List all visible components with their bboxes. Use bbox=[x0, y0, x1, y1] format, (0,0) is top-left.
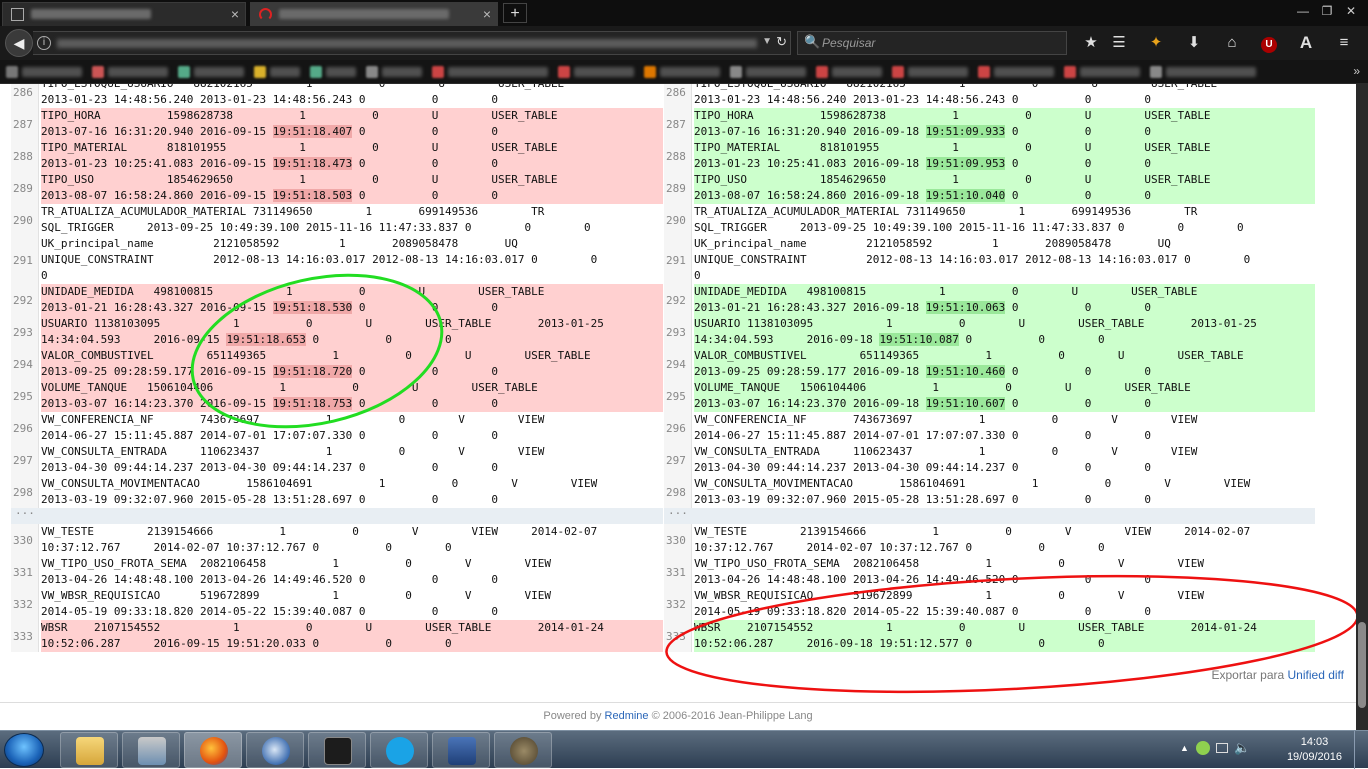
bookmark-item[interactable] bbox=[746, 67, 806, 77]
font-extension-icon[interactable]: A bbox=[1295, 33, 1317, 53]
loading-icon bbox=[259, 8, 272, 21]
thunderbird-icon bbox=[262, 737, 290, 765]
footer: Powered by Redmine © 2006-2016 Jean-Phil… bbox=[0, 702, 1356, 730]
red-annotation-ellipse-shape bbox=[665, 574, 1356, 694]
bookmark-item[interactable] bbox=[194, 67, 244, 77]
bookmark-star-icon[interactable]: ★ bbox=[1080, 33, 1102, 53]
gimp-icon bbox=[510, 737, 538, 765]
taskbar-tools[interactable] bbox=[122, 732, 180, 768]
bookmark-item[interactable] bbox=[908, 67, 968, 77]
taskbar-explorer[interactable] bbox=[60, 732, 118, 768]
ublock-icon[interactable]: U bbox=[1258, 33, 1280, 53]
network-icon[interactable] bbox=[1196, 741, 1210, 755]
clock-date: 19/09/2016 bbox=[1286, 751, 1342, 763]
tools-icon bbox=[138, 737, 166, 765]
bookmark-item[interactable] bbox=[108, 67, 168, 77]
reload-icon[interactable]: ↻ bbox=[776, 34, 787, 50]
start-button[interactable] bbox=[4, 733, 44, 767]
export-prefix: Exportar para bbox=[1211, 668, 1285, 682]
virtualbox-icon bbox=[448, 737, 476, 765]
page-icon bbox=[11, 8, 24, 21]
taskbar-thunderbird[interactable] bbox=[246, 732, 304, 768]
search-placeholder: Pesquisar bbox=[822, 36, 876, 50]
firefox-icon bbox=[200, 737, 228, 765]
menu-icon[interactable]: ≡ bbox=[1333, 33, 1355, 53]
bookmark-item[interactable] bbox=[270, 67, 300, 77]
browser-tab-1[interactable]: × bbox=[2, 2, 246, 26]
bookmark-item[interactable] bbox=[660, 67, 720, 77]
download-icon[interactable]: ⬇ bbox=[1183, 33, 1205, 53]
show-desktop-button[interactable] bbox=[1354, 731, 1368, 769]
redmine-link[interactable]: Redmine bbox=[605, 710, 649, 722]
bookmarks-bar: » bbox=[0, 60, 1368, 84]
info-icon[interactable]: i bbox=[37, 36, 51, 50]
url-bar[interactable]: i ▼ ↻ bbox=[33, 31, 791, 55]
navigation-toolbar: ◀ i ▼ ↻ 🔍 Pesquisar ★ ☰ ✦ ⬇ ⌂ U A ≡ bbox=[0, 26, 1368, 60]
bookmark-item[interactable] bbox=[448, 67, 548, 77]
green-annotation-ellipse bbox=[190, 273, 1356, 694]
minimize-icon[interactable]: — bbox=[1292, 4, 1314, 18]
system-tray: ▲ 🔈 14:03 19/09/2016 bbox=[1168, 731, 1368, 769]
bookmark-item[interactable] bbox=[994, 67, 1054, 77]
footer-copyright: © 2006-2016 Jean-Philippe Lang bbox=[651, 710, 813, 722]
folder-icon bbox=[76, 737, 104, 765]
clock[interactable]: 14:03 19/09/2016 bbox=[1287, 735, 1342, 765]
volume-icon[interactable]: 🔈 bbox=[1234, 740, 1250, 756]
search-input[interactable]: 🔍 Pesquisar bbox=[797, 31, 1067, 55]
browser-tab-2[interactable]: × bbox=[250, 2, 498, 26]
restore-icon[interactable]: ❐ bbox=[1316, 4, 1338, 18]
bookmark-item[interactable] bbox=[326, 67, 356, 77]
bookmark-item[interactable] bbox=[832, 67, 882, 77]
skype-icon bbox=[386, 737, 414, 765]
bookmark-item[interactable] bbox=[22, 67, 82, 77]
show-hidden-icons-icon[interactable]: ▲ bbox=[1180, 743, 1189, 753]
device-icon[interactable] bbox=[1216, 743, 1228, 753]
home-icon[interactable]: ⌂ bbox=[1221, 33, 1243, 53]
unified-diff-link[interactable]: Unified diff bbox=[1288, 668, 1344, 682]
bookmark-item[interactable] bbox=[382, 67, 422, 77]
bookmark-item[interactable] bbox=[1166, 67, 1256, 77]
export-links: Exportar para Unified diff bbox=[1211, 668, 1344, 682]
bookmark-item[interactable] bbox=[1080, 67, 1140, 77]
green-annotation-ellipse-shape bbox=[190, 273, 444, 429]
taskbar-gimp[interactable] bbox=[494, 732, 552, 768]
extension-icon[interactable]: ✦ bbox=[1145, 33, 1167, 53]
new-tab-button[interactable]: + bbox=[503, 3, 527, 23]
windows-taskbar: ▲ 🔈 14:03 19/09/2016 bbox=[0, 730, 1368, 769]
chevron-down-icon[interactable]: ▼ bbox=[762, 36, 772, 47]
taskbar-firefox[interactable] bbox=[184, 732, 242, 768]
reading-list-icon[interactable]: ☰ bbox=[1108, 33, 1130, 53]
close-tab-icon[interactable]: × bbox=[231, 6, 239, 22]
search-icon: 🔍 bbox=[804, 34, 821, 49]
bookmark-item[interactable] bbox=[574, 67, 634, 77]
clock-time: 14:03 bbox=[1300, 736, 1329, 748]
close-window-icon[interactable]: ✕ bbox=[1340, 4, 1362, 18]
page-scrollbar[interactable] bbox=[1356, 84, 1368, 730]
taskbar-skype[interactable] bbox=[370, 732, 428, 768]
back-button[interactable]: ◀ bbox=[5, 29, 33, 57]
browser-tab-bar: × × + — ❐ ✕ bbox=[0, 0, 1368, 26]
more-bookmarks-icon[interactable]: » bbox=[1353, 64, 1360, 78]
console-icon bbox=[324, 737, 352, 765]
redmine-diff-page: 286TIPO_ESTOQUE_USUARIO 882102165 1 0 U … bbox=[0, 84, 1356, 730]
taskbar-console[interactable] bbox=[308, 732, 366, 768]
footer-prefix: Powered by bbox=[543, 710, 602, 722]
close-tab-icon[interactable]: × bbox=[483, 6, 491, 22]
scrollbar-thumb[interactable] bbox=[1358, 622, 1366, 708]
taskbar-virtualbox[interactable] bbox=[432, 732, 490, 768]
